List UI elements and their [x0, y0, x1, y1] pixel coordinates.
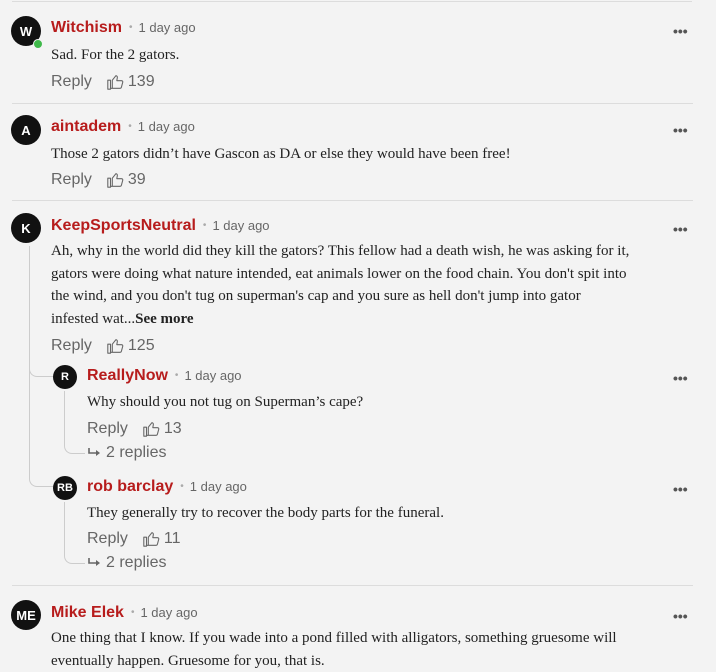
thread-line	[29, 246, 30, 458]
reply-arrow-icon	[88, 448, 100, 456]
comment-text-line: eventually happen. Gruesome for you, tha…	[51, 652, 325, 669]
comment-text: Sad. For the 2 gators.	[51, 47, 180, 63]
timestamp: 1 day ago	[189, 479, 247, 494]
author-name[interactable]: ReallyNow	[87, 367, 168, 385]
avatar[interactable]: RB	[53, 476, 77, 500]
author-name[interactable]: Witchism	[51, 19, 122, 37]
separator-dot: •	[202, 220, 207, 231]
thumbs-up-icon	[107, 75, 124, 90]
comment-text: One thing that I know. If you wade into …	[51, 627, 701, 672]
comment-divider	[12, 103, 693, 104]
thread-line	[64, 391, 65, 433]
more-options-icon[interactable]: •••	[673, 24, 688, 38]
comment-text-line: Ah, why in the world did they kill the g…	[51, 243, 630, 259]
timestamp: 1 day ago	[137, 119, 195, 134]
replies-count: 2 replies	[106, 554, 167, 571]
thread-connector	[29, 360, 54, 377]
author-name[interactable]: KeepSportsNeutral	[51, 217, 196, 235]
thumbs-up-icon	[107, 173, 124, 188]
separator-dot: •	[174, 370, 179, 381]
timestamp: 1 day ago	[138, 20, 196, 35]
thumbs-up-icon	[107, 339, 124, 354]
comment-text: Ah, why in the world did they kill the g…	[51, 240, 701, 330]
author-name[interactable]: aintadem	[51, 118, 121, 136]
comment-header: KeepSportsNeutral • 1 day ago	[51, 217, 270, 235]
reply-header: ReallyNow • 1 day ago	[87, 367, 242, 385]
comment-actions: Reply 39	[51, 171, 146, 189]
reply-button[interactable]: Reply	[87, 530, 128, 548]
comment-header: Mike Elek • 1 day ago	[51, 604, 198, 622]
like-count: 11	[163, 530, 181, 547]
avatar[interactable]: A	[11, 115, 41, 145]
like-count: 39	[127, 171, 146, 188]
like-button[interactable]: 125	[106, 337, 155, 355]
timestamp: 1 day ago	[212, 218, 270, 233]
reply-header: rob barclay • 1 day ago	[87, 478, 247, 496]
reply-button[interactable]: Reply	[51, 73, 92, 91]
reply-button[interactable]: Reply	[51, 171, 92, 189]
comment-text: Why should you not tug on Superman’s cap…	[87, 394, 364, 410]
author-name[interactable]: rob barclay	[87, 478, 173, 496]
comment-text: They generally try to recover the body p…	[87, 505, 444, 521]
view-replies-link[interactable]: 2 replies	[87, 554, 166, 572]
top-divider	[12, 1, 692, 2]
separator-dot: •	[128, 121, 132, 132]
reply-button[interactable]: Reply	[87, 420, 128, 438]
comment-text-line: the wind, and you don't tug on superman'…	[51, 288, 581, 304]
thumbs-up-icon	[143, 422, 160, 437]
avatar[interactable]: R	[53, 365, 77, 389]
like-button[interactable]: 139	[106, 73, 155, 91]
like-button[interactable]: 11	[142, 530, 181, 548]
comment-actions: Reply 13	[87, 420, 182, 438]
see-more-link[interactable]: See more	[135, 311, 193, 327]
thread-connector	[29, 458, 54, 487]
avatar[interactable]: ME	[11, 600, 41, 630]
comment-text-line: One thing that I know. If you wade into …	[51, 630, 617, 646]
separator-dot: •	[128, 22, 133, 33]
like-count: 13	[163, 420, 182, 437]
separator-dot: •	[130, 607, 135, 618]
more-options-icon[interactable]: •••	[673, 482, 688, 496]
reply-arrow-icon	[88, 558, 100, 566]
comment-header: Witchism • 1 day ago	[51, 19, 196, 37]
reply-button[interactable]: Reply	[51, 337, 92, 355]
online-indicator	[33, 39, 43, 49]
comment-text-line: infested wat...	[51, 310, 136, 327]
thread-line	[64, 502, 65, 543]
comment-actions: Reply 11	[87, 530, 181, 548]
comment-actions: Reply 125	[51, 337, 155, 355]
thread-connector	[64, 433, 85, 454]
replies-count: 2 replies	[106, 444, 167, 461]
like-button[interactable]: 13	[142, 420, 182, 438]
author-name[interactable]: Mike Elek	[51, 604, 124, 622]
more-options-icon[interactable]: •••	[673, 371, 688, 385]
comment-text-line-last: infested wat...See more	[51, 308, 701, 331]
like-button[interactable]: 39	[106, 171, 146, 189]
comment-text-line: gators were doing what nature intended, …	[51, 265, 627, 282]
like-count: 125	[127, 337, 155, 354]
thread-connector	[64, 543, 85, 564]
more-options-icon[interactable]: •••	[673, 609, 688, 623]
thumbs-up-icon	[143, 532, 160, 547]
separator-dot: •	[180, 481, 184, 492]
comment-divider	[12, 200, 693, 201]
comment-text: Those 2 gators didn’t have Gascon as DA …	[51, 146, 511, 162]
avatar[interactable]: K	[11, 213, 41, 243]
timestamp: 1 day ago	[140, 605, 198, 620]
comment-divider	[12, 585, 693, 586]
like-count: 139	[127, 73, 155, 90]
comment-actions: Reply 139	[51, 73, 155, 91]
more-options-icon[interactable]: •••	[673, 123, 688, 137]
timestamp: 1 day ago	[184, 368, 242, 383]
comment-header: aintadem • 1 day ago	[51, 118, 195, 136]
more-options-icon[interactable]: •••	[673, 222, 688, 236]
view-replies-link[interactable]: 2 replies	[87, 444, 166, 462]
